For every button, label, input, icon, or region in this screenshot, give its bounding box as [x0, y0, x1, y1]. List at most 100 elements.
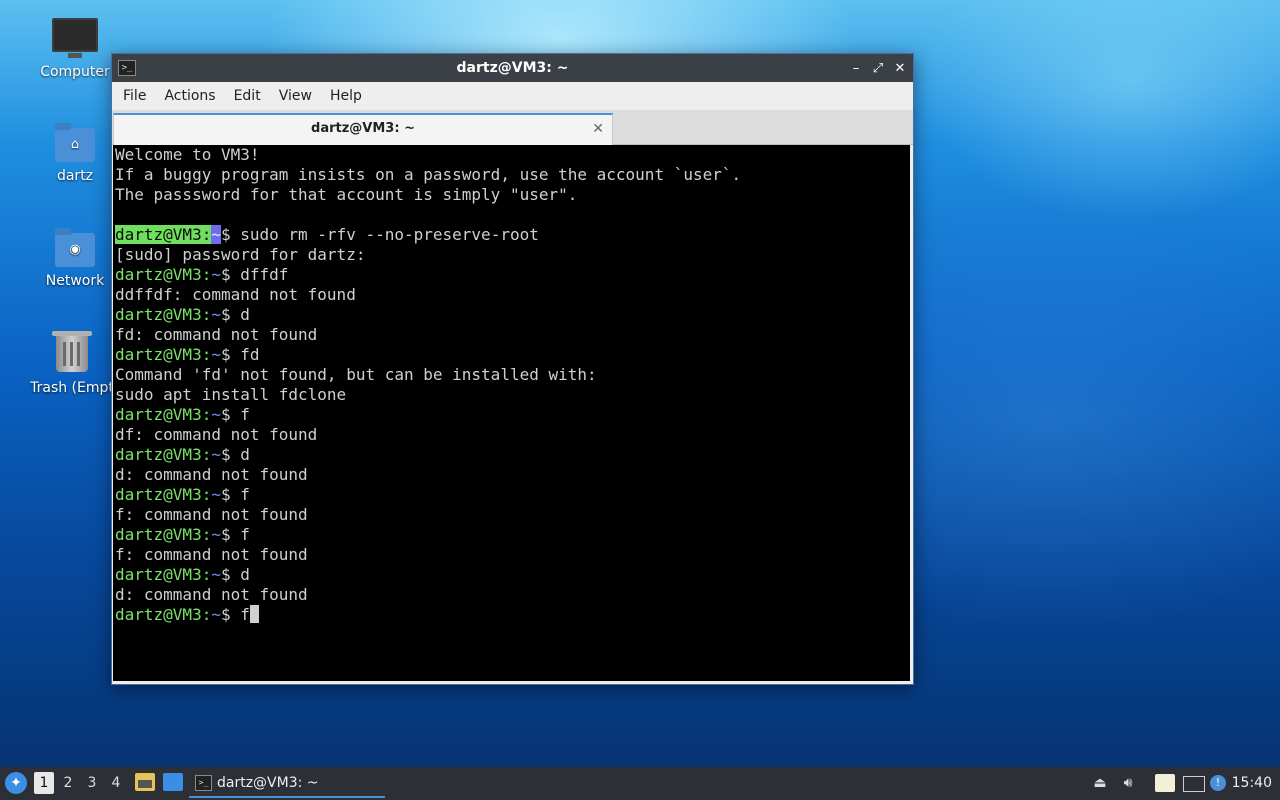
terminal-prompt-line: dartz@VM3:~$ d	[115, 445, 910, 465]
terminal-text: df: command not found	[115, 425, 318, 444]
terminal-output-line: d: command not found	[115, 585, 910, 605]
terminal-text: f: command not found	[115, 545, 308, 564]
menu-view[interactable]: View	[270, 88, 321, 104]
terminal-output-line: d: command not found	[115, 465, 910, 485]
prompt-user: dartz@VM3:	[115, 305, 212, 324]
prompt-path: ~	[211, 485, 221, 504]
prompt-symbol: $	[220, 445, 241, 464]
terminal-text: [sudo] password for dartz:	[115, 245, 366, 264]
text-cursor	[249, 605, 259, 623]
terminal-prompt-line: dartz@VM3:~$ d	[115, 305, 910, 325]
desktop-icon-label: dartz	[56, 168, 94, 184]
prompt-symbol: $	[220, 345, 241, 364]
menu-actions[interactable]: Actions	[155, 88, 224, 104]
terminal-output-line: sudo apt install fdclone	[115, 385, 910, 405]
clipboard-icon[interactable]	[1155, 774, 1175, 792]
prompt-symbol: $	[220, 305, 241, 324]
terminal-text: Welcome to VM3!	[115, 145, 260, 164]
prompt-path: ~	[211, 345, 221, 364]
terminal-output-line: [sudo] password for dartz:	[115, 245, 910, 265]
prompt-symbol: $	[220, 225, 241, 244]
volume-icon[interactable]: 🔊︎	[1118, 773, 1138, 793]
command-text: f	[240, 405, 250, 424]
terminal-text: If a buggy program insists on a password…	[115, 165, 742, 184]
show-desktop-icon[interactable]	[163, 773, 183, 791]
terminal-text: sudo apt install fdclone	[115, 385, 347, 404]
prompt-symbol: $	[220, 605, 241, 624]
trash-icon	[24, 331, 120, 372]
terminal-text: The passsword for that account is simply…	[115, 185, 578, 204]
prompt-path: ~	[211, 605, 221, 624]
tray-eject-icon[interactable]: ⏏	[1091, 773, 1109, 793]
prompt-user: dartz@VM3:	[115, 605, 212, 624]
minimize-button[interactable]: –	[849, 61, 863, 76]
update-notifier-icon[interactable]: !	[1210, 775, 1226, 791]
prompt-user: dartz@VM3:	[115, 445, 212, 464]
terminal-text: Command 'fd' not found, but can be insta…	[115, 365, 597, 384]
terminal-text: ddffdf: command not found	[115, 285, 356, 304]
computer-icon	[27, 18, 123, 58]
command-text: f	[240, 605, 250, 624]
prompt-path: ~	[211, 445, 221, 464]
prompt-path: ~	[211, 225, 221, 244]
window-title: dartz@VM3: ~	[456, 60, 569, 76]
menu-help[interactable]: Help	[321, 88, 371, 104]
desktop-icon-home[interactable]: ⌂ dartz	[27, 123, 123, 184]
prompt-user: dartz@VM3:	[115, 345, 212, 364]
prompt-path: ~	[211, 405, 221, 424]
terminal-output[interactable]: Welcome to VM3! If a buggy program insist…	[113, 145, 910, 681]
terminal-text: f: command not found	[115, 505, 308, 524]
prompt-path: ~	[211, 525, 221, 544]
file-manager-launcher-icon[interactable]	[135, 773, 155, 791]
tab-close-icon[interactable]: ✕	[592, 115, 604, 143]
workspace-3[interactable]: 3	[82, 772, 102, 794]
terminal-text: d: command not found	[115, 585, 308, 604]
desktop-icon-computer[interactable]: Computer	[27, 18, 123, 80]
command-text: d	[240, 305, 250, 324]
desktop-icon-label: Network	[45, 273, 105, 289]
command-text: d	[240, 565, 250, 584]
command-text: fd	[240, 345, 260, 364]
prompt-path: ~	[211, 265, 221, 284]
menu-bar: File Actions Edit View Help	[112, 82, 913, 110]
prompt-user: dartz@VM3:	[115, 405, 212, 424]
prompt-user: dartz@VM3:	[115, 225, 212, 244]
network-tray-icon[interactable]	[1183, 776, 1205, 792]
home-folder-icon: ⌂	[27, 123, 123, 162]
close-button[interactable]: ✕	[893, 61, 907, 76]
terminal-output-line: f: command not found	[115, 545, 910, 565]
menu-file[interactable]: File	[114, 88, 155, 104]
clock[interactable]: 15:40	[1232, 767, 1272, 800]
taskbar-task-terminal[interactable]: >_ dartz@VM3: ~	[189, 769, 385, 798]
maximize-button[interactable]: ⤢	[871, 61, 885, 76]
prompt-user: dartz@VM3:	[115, 565, 212, 584]
desktop-icon-label: Trash (Empt	[30, 380, 114, 396]
taskbar-task-label: dartz@VM3: ~	[217, 775, 319, 791]
terminal-window: >_ dartz@VM3: ~ – ⤢ ✕ File Actions Edit …	[111, 53, 914, 685]
desktop-icon-label: Computer	[40, 64, 110, 80]
desktop-icon-network[interactable]: ◉ Network	[27, 228, 123, 289]
workspace-4[interactable]: 4	[106, 772, 126, 794]
workspace-2[interactable]: 2	[58, 772, 78, 794]
terminal-text: d: command not found	[115, 465, 308, 484]
window-titlebar[interactable]: >_ dartz@VM3: ~ – ⤢ ✕	[112, 54, 913, 82]
prompt-symbol: $	[220, 565, 241, 584]
prompt-user: dartz@VM3:	[115, 485, 212, 504]
desktop-icon-trash[interactable]: Trash (Empt	[24, 331, 120, 396]
terminal-output-line: Command 'fd' not found, but can be insta…	[115, 365, 910, 385]
command-text: f	[240, 525, 250, 544]
terminal-prompt-line: dartz@VM3:~$ f	[115, 605, 910, 625]
prompt-path: ~	[211, 565, 221, 584]
app-menu-icon[interactable]: ✦	[5, 772, 27, 794]
prompt-user: dartz@VM3:	[115, 525, 212, 544]
terminal-prompt-line: dartz@VM3:~$ dffdf	[115, 265, 910, 285]
terminal-output-line: The passsword for that account is simply…	[115, 185, 910, 205]
terminal-prompt-line: dartz@VM3:~$ f	[115, 525, 910, 545]
tab-terminal[interactable]: dartz@VM3: ~ ✕	[113, 113, 613, 145]
tab-strip: dartz@VM3: ~ ✕	[112, 110, 913, 145]
menu-edit[interactable]: Edit	[225, 88, 270, 104]
workspace-1[interactable]: 1	[34, 772, 54, 794]
terminal-prompt-line: dartz@VM3:~$ f	[115, 485, 910, 505]
tab-label: dartz@VM3: ~	[311, 121, 415, 136]
